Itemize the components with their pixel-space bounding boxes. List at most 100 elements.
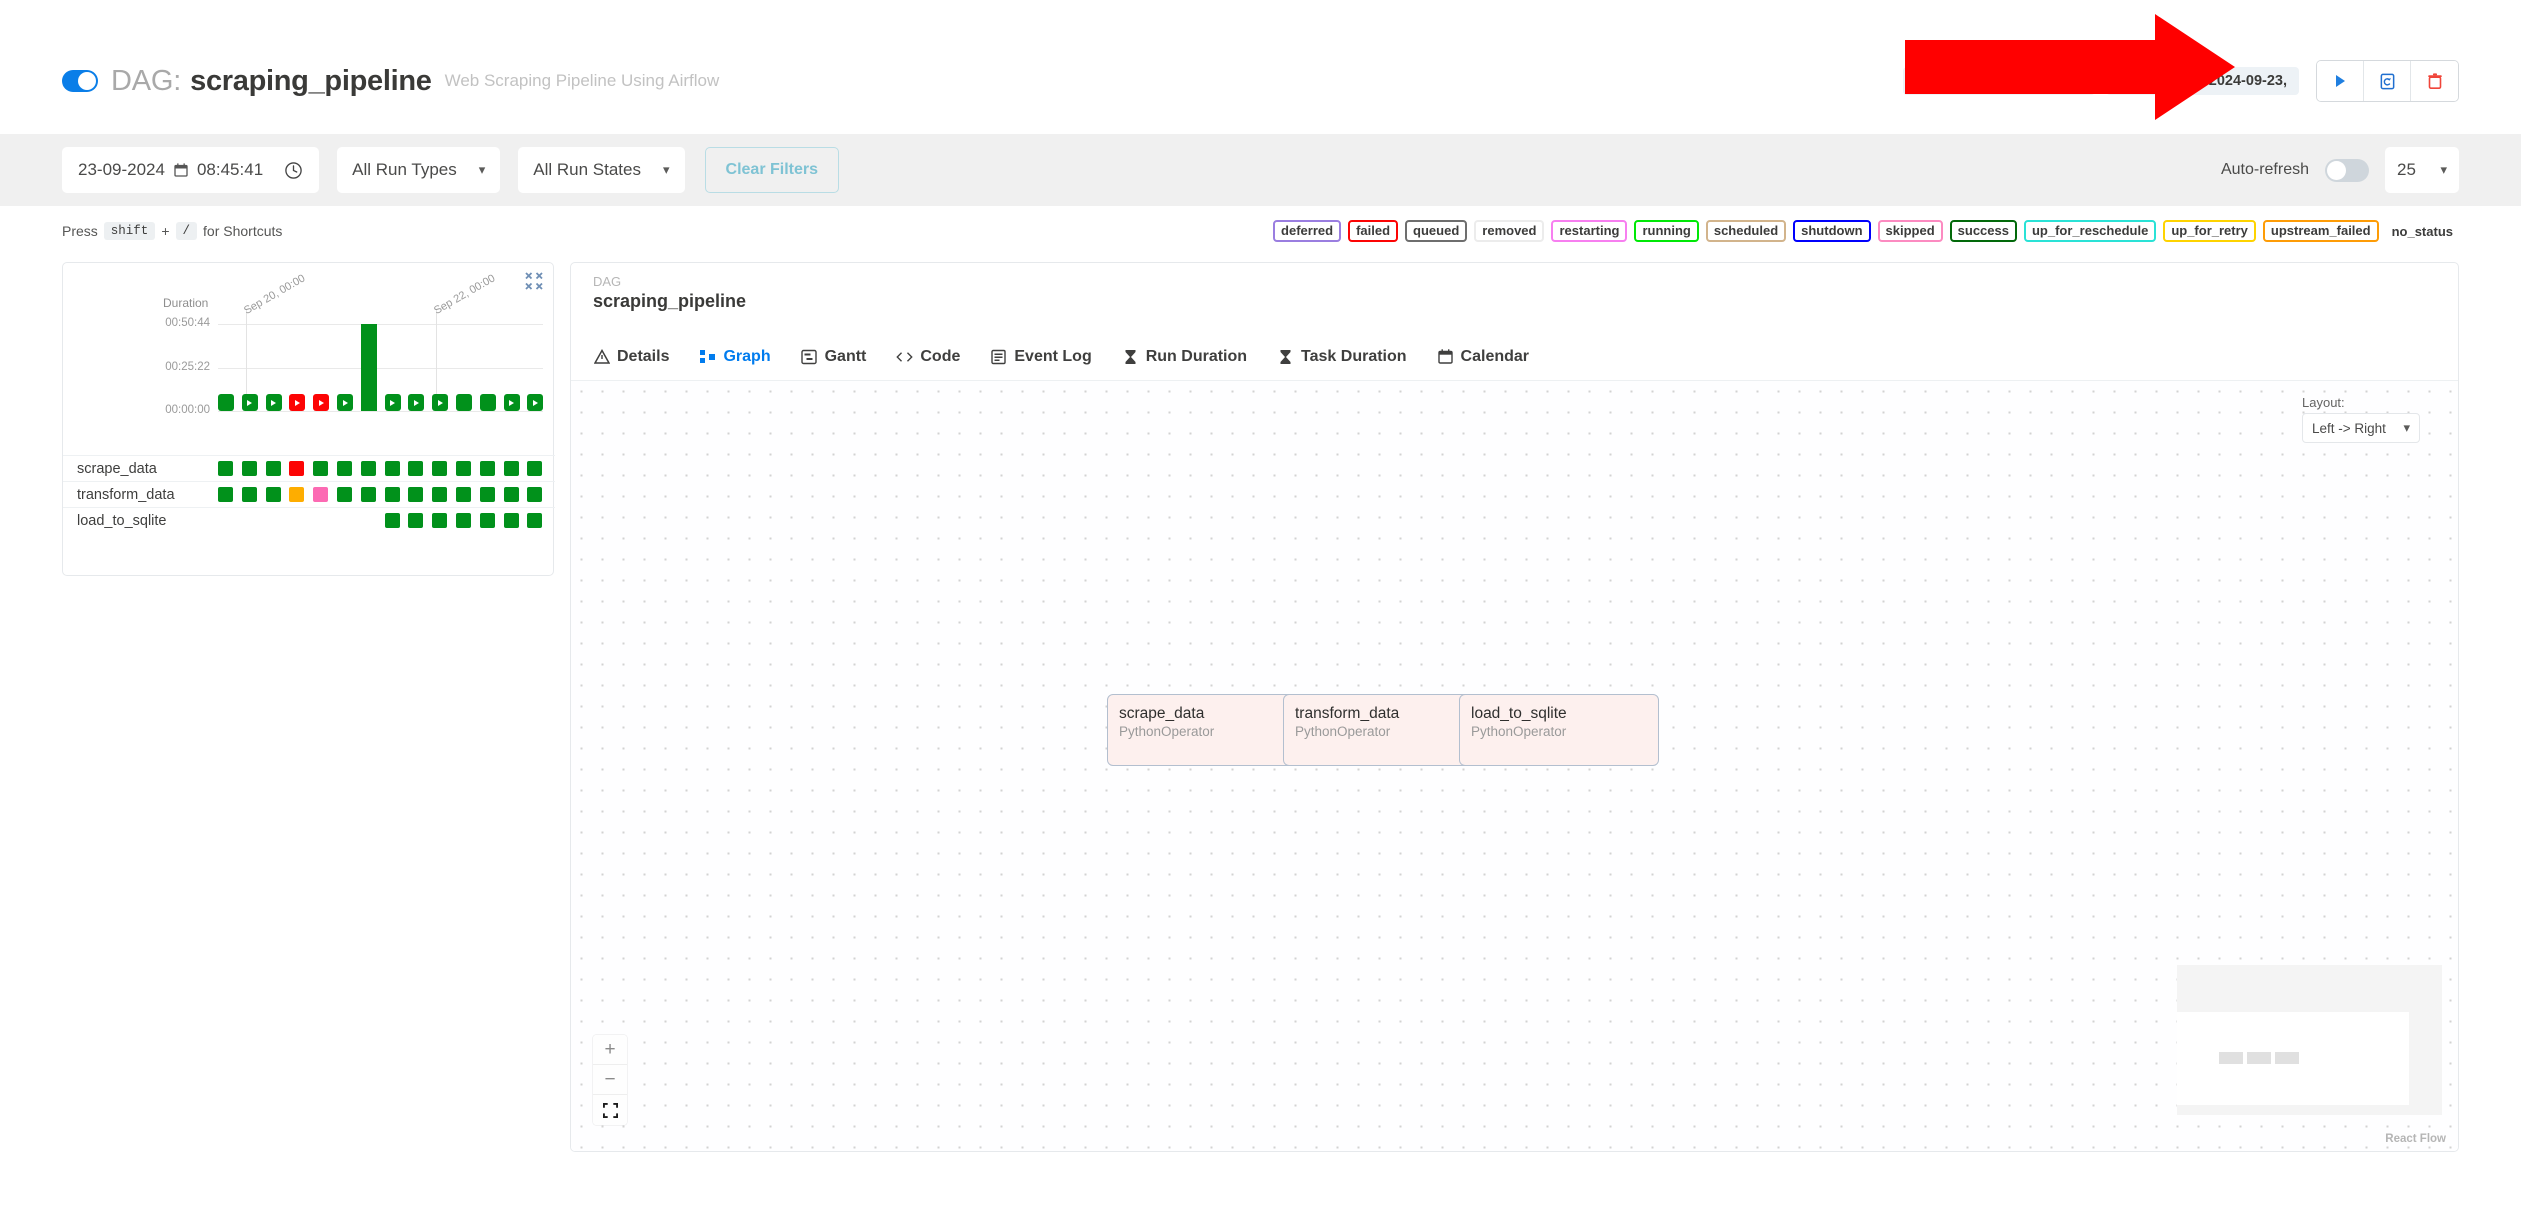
fit-view-button[interactable] <box>593 1095 627 1125</box>
tab-gantt[interactable]: Gantt <box>801 333 866 380</box>
chart-y-title: Duration <box>163 296 209 310</box>
task-instance-cell[interactable] <box>289 461 305 476</box>
tab-code[interactable]: Code <box>896 333 960 380</box>
task-instance-cell[interactable] <box>456 487 471 502</box>
tab-graph[interactable]: Graph <box>699 333 771 380</box>
header-right-group: Schedule: 1 day, 0:00:00 Next Run ID: 20… <box>1903 60 2459 102</box>
dag-run-box[interactable] <box>527 394 544 411</box>
task-instance-cell[interactable] <box>218 461 233 476</box>
dag-run-box[interactable] <box>337 394 353 411</box>
legend-badge-restarting[interactable]: restarting <box>1551 220 1628 242</box>
task-instance-cell[interactable] <box>432 487 448 502</box>
run-duration-chart: Duration 00:50:44 00:25:22 00:00:00 Sep 20, … <box>63 272 555 429</box>
run-datetime-field[interactable]: 23-09-2024 08:45:41 <box>62 147 320 193</box>
dag-run-box[interactable] <box>408 394 425 411</box>
collapse-icon[interactable] <box>524 271 544 291</box>
legend-badge-skipped[interactable]: skipped <box>1877 220 1943 242</box>
task-row-transform-data[interactable]: transform_data <box>63 481 555 507</box>
task-instance-cell[interactable] <box>456 461 471 476</box>
task-instance-cell[interactable] <box>479 487 495 502</box>
task-instance-cell[interactable] <box>384 461 400 476</box>
dag-run-box[interactable] <box>241 394 258 411</box>
run-states-select[interactable]: All Run States ▾ <box>518 147 685 193</box>
task-instance-cell[interactable] <box>289 487 305 502</box>
run-types-select[interactable]: All Run Types ▾ <box>337 147 501 193</box>
tab-task-duration[interactable]: Task Duration <box>1277 333 1407 380</box>
task-instance-cell[interactable] <box>360 487 376 502</box>
layout-select[interactable]: Left -> Right ▾ <box>2302 413 2420 443</box>
clear-filters-button[interactable]: Clear Filters <box>704 147 840 193</box>
dag-run-box[interactable] <box>479 394 496 411</box>
delete-dag-button[interactable] <box>2411 61 2458 101</box>
tab-details[interactable]: Details <box>593 333 669 380</box>
task-row-load-to-sqlite[interactable]: load_to_sqlite <box>63 507 555 533</box>
legend-badge-queued[interactable]: queued <box>1405 220 1468 242</box>
fit-view-icon <box>602 1102 618 1118</box>
task-instance-cell[interactable] <box>265 461 281 476</box>
task-instance-cell[interactable] <box>503 487 519 502</box>
task-instance-cell[interactable] <box>241 461 257 476</box>
task-row-scrape-data[interactable]: scrape_data <box>63 455 555 481</box>
task-instance-cell[interactable] <box>527 461 543 476</box>
dag-run-box[interactable] <box>218 394 234 411</box>
task-node-transform-data[interactable]: transform_data PythonOperator <box>1283 694 1483 766</box>
task-instance-cell[interactable] <box>503 513 519 528</box>
task-instance-cell[interactable] <box>241 487 257 502</box>
task-instance-cell[interactable] <box>432 513 448 528</box>
zoom-out-button[interactable]: − <box>593 1065 627 1095</box>
graph-canvas[interactable]: Layout: Left -> Right ▾ scrape_data Pyth… <box>571 381 2458 1151</box>
legend-badge-deferred[interactable]: deferred <box>1273 220 1342 242</box>
dag-pause-toggle[interactable] <box>62 70 98 92</box>
dag-run-box[interactable] <box>289 394 306 411</box>
task-instance-cell[interactable] <box>313 487 329 502</box>
legend-badge-scheduled[interactable]: scheduled <box>1705 220 1787 242</box>
task-instance-cell[interactable] <box>503 461 519 476</box>
legend-badge-removed[interactable]: removed <box>1474 220 1545 242</box>
zoom-in-button[interactable]: + <box>593 1035 627 1065</box>
tab-label: Calendar <box>1460 347 1530 365</box>
task-instance-cell[interactable] <box>337 487 352 502</box>
task-instance-cell[interactable] <box>432 461 448 476</box>
tab-calendar[interactable]: Calendar <box>1437 333 1529 380</box>
clear-dag-button[interactable] <box>2364 61 2411 101</box>
legend-badge-up-for-retry[interactable]: up_for_retry <box>2163 220 2256 242</box>
dag-run-box[interactable] <box>384 394 401 411</box>
task-instance-cell[interactable] <box>408 461 424 476</box>
task-instance-cell[interactable] <box>360 461 376 476</box>
dag-run-bar[interactable] <box>360 324 377 411</box>
legend-badge-failed[interactable]: failed <box>1348 220 1399 242</box>
task-instance-cell[interactable] <box>265 487 281 502</box>
num-runs-select[interactable]: 25 ▾ <box>2385 147 2459 193</box>
task-instance-cell[interactable] <box>408 513 424 528</box>
clock-icon[interactable] <box>284 161 303 180</box>
dag-run-box[interactable] <box>313 394 330 411</box>
task-instance-cell[interactable] <box>456 513 471 528</box>
task-name: transform_data <box>77 486 175 503</box>
legend-badge-success[interactable]: success <box>1949 220 2017 242</box>
task-instance-cell[interactable] <box>527 487 543 502</box>
graph-minimap[interactable] <box>2177 965 2442 1115</box>
tab-run-duration[interactable]: Run Duration <box>1122 333 1247 380</box>
task-instance-cell[interactable] <box>337 461 352 476</box>
task-instance-cell[interactable] <box>384 487 400 502</box>
legend-badge-shutdown[interactable]: shutdown <box>1793 220 1871 242</box>
task-instance-cell[interactable] <box>313 461 329 476</box>
legend-badge-running[interactable]: running <box>1634 220 1699 242</box>
dag-run-box[interactable] <box>456 394 472 411</box>
task-instance-cell[interactable] <box>384 513 400 528</box>
task-node-load-to-sqlite[interactable]: load_to_sqlite PythonOperator <box>1459 694 1659 766</box>
dag-run-box[interactable] <box>503 394 520 411</box>
dag-run-box[interactable] <box>432 394 449 411</box>
legend-badge-up-for-reschedule[interactable]: up_for_reschedule <box>2023 220 2157 242</box>
dag-run-box[interactable] <box>265 394 282 411</box>
task-instance-cell[interactable] <box>408 487 424 502</box>
legend-badge-upstream-failed[interactable]: upstream_failed <box>2262 220 2379 242</box>
task-instance-cell[interactable] <box>218 487 233 502</box>
task-instance-cell[interactable] <box>479 461 495 476</box>
tab-event-log[interactable]: Event Log <box>990 333 1092 380</box>
task-instance-cell[interactable] <box>479 513 495 528</box>
trigger-dag-button[interactable] <box>2317 61 2364 101</box>
task-node-scrape-data[interactable]: scrape_data PythonOperator <box>1107 694 1307 766</box>
task-instance-cell[interactable] <box>527 513 543 528</box>
auto-refresh-toggle[interactable] <box>2325 158 2369 182</box>
